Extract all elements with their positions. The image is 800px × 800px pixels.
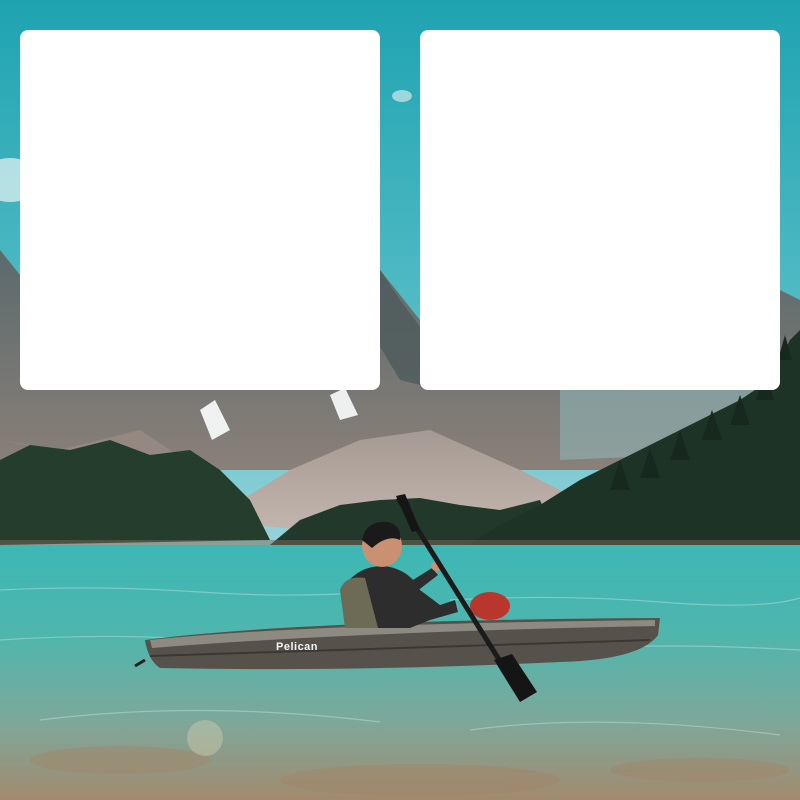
photo-canvas: Pelican xyxy=(0,0,800,800)
placeholder-card-right xyxy=(420,30,780,390)
placeholder-card-left xyxy=(20,30,380,390)
kayak-brand-label: Pelican xyxy=(276,641,318,653)
